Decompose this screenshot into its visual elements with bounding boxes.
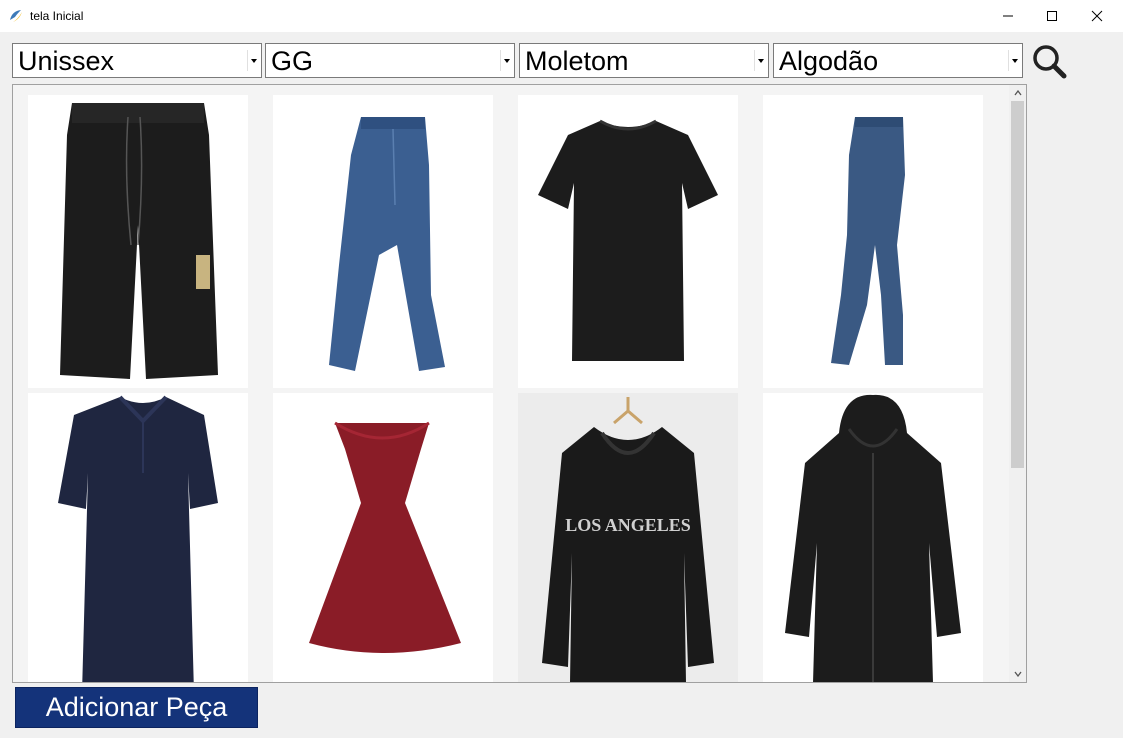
- type-select[interactable]: Moletom: [519, 43, 769, 78]
- clothing-card-skinny-jeans[interactable]: [763, 95, 983, 388]
- scrollbar-thumb[interactable]: [1011, 101, 1024, 468]
- add-piece-label: Adicionar Peça: [45, 692, 228, 722]
- hoodie-print-text: LOS ANGELES: [565, 515, 691, 535]
- main-window: tela Inicial Unissex GG Moletom Algodão: [0, 0, 1123, 738]
- type-select-value: Moletom: [525, 46, 629, 76]
- clothing-card-blue-jeans[interactable]: [273, 95, 493, 388]
- material-select[interactable]: Algodão: [773, 43, 1023, 78]
- gender-select-value: Unissex: [18, 46, 115, 76]
- size-select[interactable]: GG: [265, 43, 515, 78]
- material-select-value: Algodão: [779, 46, 879, 76]
- clothing-card-black-zip-hoodie[interactable]: [763, 393, 983, 682]
- navy-polo-image: [58, 395, 218, 682]
- gender-select[interactable]: Unissex: [12, 43, 262, 78]
- grid-scrollbar[interactable]: [1009, 85, 1026, 682]
- search-icon[interactable]: [1030, 42, 1068, 80]
- chevron-down-icon[interactable]: [1008, 50, 1020, 71]
- clothing-card-black-shorts[interactable]: [28, 95, 248, 388]
- minimize-button[interactable]: [985, 0, 1031, 32]
- clothing-card-navy-polo[interactable]: [28, 393, 248, 682]
- chevron-down-icon[interactable]: [247, 50, 259, 71]
- chevron-down-icon[interactable]: [754, 50, 766, 71]
- blue-jeans-image: [329, 117, 445, 371]
- red-dress-image: [309, 421, 461, 653]
- black-zip-hoodie-image: [785, 394, 961, 682]
- black-tshirt-image: [538, 119, 718, 361]
- clothing-card-black-tshirt[interactable]: [518, 95, 738, 388]
- scroll-up-icon[interactable]: [1009, 85, 1026, 101]
- minimize-icon: [1003, 15, 1013, 17]
- maximize-button[interactable]: [1029, 0, 1075, 32]
- chevron-down-icon[interactable]: [500, 50, 512, 71]
- clothing-card-los-angeles-hoodie[interactable]: LOS ANGELES: [518, 393, 738, 682]
- window-title: tela Inicial: [30, 9, 84, 23]
- title-bar: tela Inicial: [0, 0, 1123, 32]
- size-select-value: GG: [271, 46, 314, 76]
- python-feather-icon: [10, 10, 22, 22]
- skinny-jeans-image: [831, 117, 905, 365]
- scroll-down-icon[interactable]: [1009, 666, 1026, 682]
- close-button[interactable]: [1074, 0, 1120, 32]
- clothing-card-red-dress[interactable]: [273, 393, 493, 682]
- add-piece-button[interactable]: Adicionar Peça: [15, 687, 258, 728]
- black-shorts-image: [60, 103, 218, 379]
- los-angeles-hoodie-image: LOS ANGELES: [542, 397, 714, 682]
- close-icon: [1091, 10, 1103, 22]
- clothing-grid: LOS ANGELES: [12, 84, 1027, 683]
- maximize-icon: [1047, 11, 1057, 21]
